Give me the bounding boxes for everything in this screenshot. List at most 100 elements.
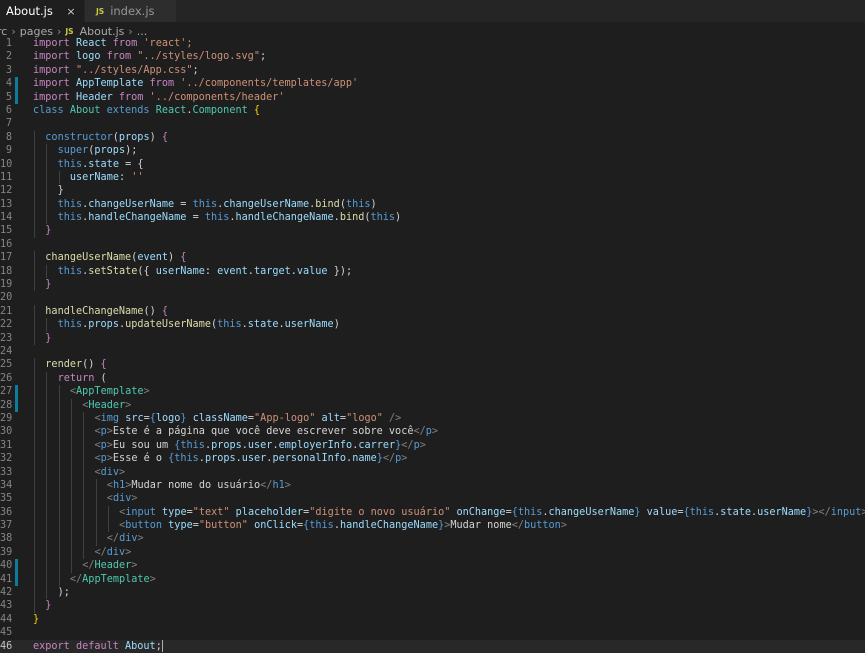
code-line[interactable]: 20 xyxy=(0,291,865,304)
code-line[interactable]: 5 import Header from '../components/heade… xyxy=(0,90,865,104)
code-text: } xyxy=(45,224,51,237)
code-line[interactable]: 46 export default About; xyxy=(0,639,865,653)
line-number: 20 xyxy=(0,292,13,304)
code-token: Eu sou um xyxy=(112,439,175,451)
code-token: > xyxy=(560,520,567,532)
code-line[interactable]: 17 changeUserName(event) { xyxy=(0,251,865,265)
code-line[interactable]: 39 </div> xyxy=(0,545,865,560)
code-token: div xyxy=(106,546,126,558)
code-token: state xyxy=(88,158,126,170)
line-number: 22 xyxy=(0,319,13,331)
code-line[interactable]: 26 return ( xyxy=(0,371,865,386)
git-modified-indicator[interactable] xyxy=(15,77,18,91)
javascript-file-icon: JS xyxy=(65,27,74,36)
code-line[interactable]: 38 </div> xyxy=(0,532,865,546)
code-line[interactable]: 28 <Header> xyxy=(0,398,865,412)
git-modified-indicator[interactable] xyxy=(15,559,18,573)
code-line[interactable]: 14 this.handleChangeName = this.handleCha… xyxy=(0,211,865,225)
code-text: <p>Esse é o {this.props.user.personalInf… xyxy=(95,452,408,465)
code-line[interactable]: 7 xyxy=(0,117,865,130)
git-modified-indicator[interactable] xyxy=(15,385,18,399)
indent-guide xyxy=(58,572,60,587)
code-token: AppTemplate xyxy=(75,78,150,90)
git-modified-indicator[interactable] xyxy=(15,398,18,412)
code-line[interactable]: 30 <p>Este é a página que você deve escre… xyxy=(0,425,865,439)
code-line[interactable]: 44} xyxy=(0,613,865,626)
git-modified-indicator[interactable] xyxy=(15,90,18,104)
code-line[interactable]: 19} xyxy=(0,278,865,292)
code-line[interactable]: 3 import "../styles/App.css"; xyxy=(0,64,865,77)
line-number: 37 xyxy=(0,520,13,532)
code-token: {this xyxy=(168,453,199,465)
code-token: = xyxy=(192,212,205,224)
code-line[interactable]: 11 userName: '' xyxy=(0,170,865,185)
indent-guide xyxy=(34,304,35,319)
javascript-file-icon: JS xyxy=(96,6,105,16)
code-token: </ xyxy=(401,439,414,451)
code-line[interactable]: 10 this.state = { xyxy=(0,157,865,171)
code-token: target xyxy=(253,265,291,277)
indent-guide xyxy=(58,452,60,466)
code-line[interactable]: 21 handleChangeName() { xyxy=(0,304,865,319)
code-text: export default About; xyxy=(33,639,163,653)
indent-guide xyxy=(46,465,48,479)
code-line[interactable]: 29 <img src={logo} className="App-logo" a… xyxy=(0,411,865,426)
line-number: 19 xyxy=(0,279,13,291)
tab-about-js[interactable]: About.js × xyxy=(0,0,85,22)
close-icon[interactable]: × xyxy=(64,5,78,18)
code-token: ({ xyxy=(137,265,156,277)
code-token: 'react'; xyxy=(143,38,193,49)
code-line[interactable]: 4 import AppTemplate from '../components/… xyxy=(0,77,865,91)
code-line[interactable]: 41 </AppTemplate> xyxy=(0,572,865,587)
code-line[interactable]: 1 import React from 'react'; xyxy=(0,37,865,50)
code-line[interactable]: 24 xyxy=(0,345,865,358)
tab-index-js[interactable]: JS index.js xyxy=(85,0,177,22)
code-line[interactable]: 45 xyxy=(0,626,865,639)
line-number: 3 xyxy=(5,64,12,76)
indent-guide xyxy=(34,358,35,372)
code-line[interactable]: 15} xyxy=(0,224,865,238)
code-line[interactable]: 37 <button type="button" onClick={this.ha… xyxy=(0,519,865,533)
indent-guide xyxy=(34,170,35,185)
line-number: 7 xyxy=(5,118,12,130)
line-number: 28 xyxy=(0,399,13,411)
code-token: this xyxy=(345,198,371,210)
code-text: ); xyxy=(58,586,70,599)
code-line[interactable]: 34 <h1>Mudar nome do usuário</h1> xyxy=(0,478,865,493)
code-line[interactable]: 12} xyxy=(0,184,865,198)
code-token: extends xyxy=(106,104,156,116)
code-line[interactable]: 23} xyxy=(0,331,865,345)
code-token: </ xyxy=(106,533,120,545)
code-token: div xyxy=(100,466,120,478)
code-token: = xyxy=(180,198,193,210)
code-text: <h1>Mudar nome do usuário</h1> xyxy=(107,479,291,492)
code-line[interactable]: 6 class About extends React.Component { xyxy=(0,104,865,117)
code-line[interactable]: 22 this.props.updateUserName(this.state.u… xyxy=(0,318,865,332)
code-line[interactable]: 2 import logo from "../styles/logo.svg"; xyxy=(0,50,865,63)
code-text: this.changeUserName = this.changeUserNam… xyxy=(58,198,377,211)
code-text: <button type="button" onClick={this.hand… xyxy=(119,519,567,532)
code-line[interactable]: 31 <p>Eu sou um {this.props.user.employer… xyxy=(0,438,865,453)
indent-guide xyxy=(58,492,60,506)
code-line[interactable]: 36 <input type="text" placeholder="digite… xyxy=(0,505,865,520)
code-line[interactable]: 13 this.changeUserName = this.changeUserN… xyxy=(0,197,865,212)
code-line[interactable]: 9 super(props); xyxy=(0,144,865,158)
code-line[interactable]: 8 constructor(props) { xyxy=(0,130,865,145)
code-editor[interactable]: 1 import React from 'react'; 2 import logo … xyxy=(0,37,865,653)
code-line[interactable]: 42); xyxy=(0,586,865,600)
code-line[interactable]: 33 <div> xyxy=(0,465,865,479)
code-line[interactable]: 40 </Header> xyxy=(0,559,865,573)
code-line[interactable]: 27 <AppTemplate> xyxy=(0,385,865,399)
indent-guide xyxy=(95,492,97,506)
code-line[interactable]: 32 <p>Esse é o {this.props.user.personalI… xyxy=(0,452,865,466)
git-modified-indicator[interactable] xyxy=(15,572,18,587)
code-token: AppTemplate xyxy=(82,573,150,585)
code-line[interactable]: 25 render() { xyxy=(0,358,865,372)
code-text: } xyxy=(45,599,51,612)
indent-guide xyxy=(46,197,48,212)
code-line[interactable]: 35 <div> xyxy=(0,492,865,506)
code-line[interactable]: 18 this.setState({ userName: event.target… xyxy=(0,264,865,279)
code-line[interactable]: 16 xyxy=(0,238,865,251)
code-token: AppTemplate xyxy=(76,386,144,398)
code-line[interactable]: 43} xyxy=(0,599,865,613)
